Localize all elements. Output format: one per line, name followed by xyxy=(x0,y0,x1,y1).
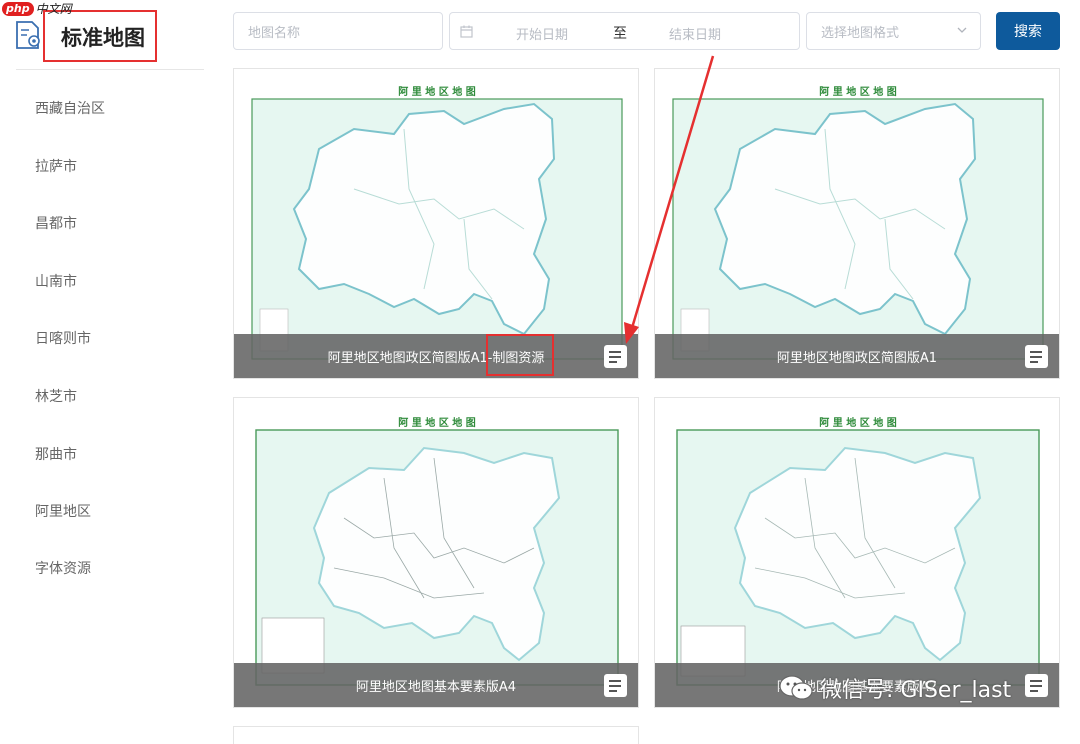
watermark-bottom-text: 微信号: GISer_last xyxy=(820,678,1012,703)
watermark-top: php 中文网 xyxy=(2,0,72,17)
page: php 中文网 标准地图 西藏自治区 拉萨市 昌都市 山南市 日喀则市 林芝市 … xyxy=(0,0,1080,744)
annotation-arrow xyxy=(624,55,715,344)
watermark-badge: php xyxy=(2,1,34,16)
watermark-bottom: 微信号: GISer_last xyxy=(778,672,1011,704)
wechat-icon xyxy=(778,674,814,702)
watermark-text: 中文网 xyxy=(35,2,72,16)
